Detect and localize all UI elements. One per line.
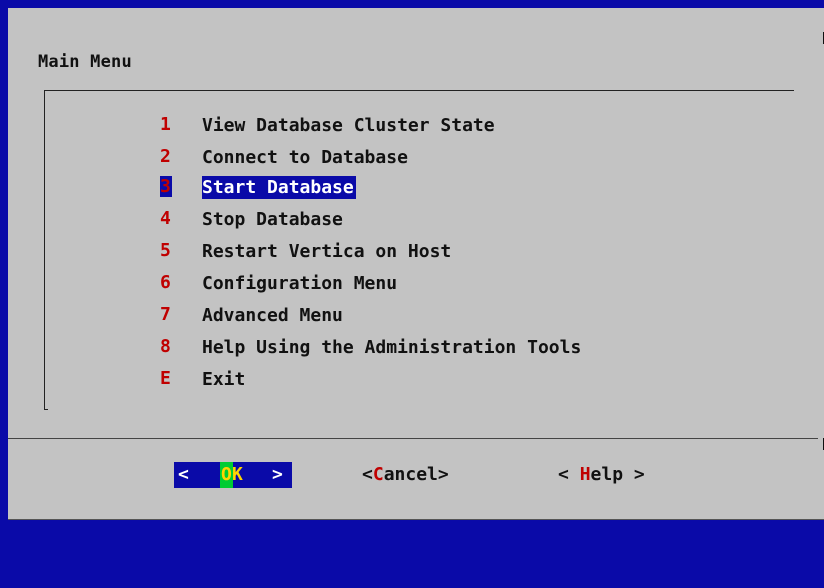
menu-item-key: 1: [160, 114, 171, 135]
menu-item-connect-database[interactable]: 2 Connect to Database: [160, 146, 408, 174]
button-separator: [8, 438, 818, 439]
menu-item-start-database[interactable]: 3 Start Database: [160, 176, 356, 204]
menu-item-restart-vertica[interactable]: 5 Restart Vertica on Host: [160, 240, 451, 268]
menu-item-advanced-menu[interactable]: 7 Advanced Menu: [160, 304, 343, 332]
menu-item-label: Start Database: [202, 176, 356, 199]
menu-item-key: 5: [160, 240, 171, 261]
dialog-bottom-edge: [8, 519, 824, 520]
menu-item-label: Connect to Database: [202, 147, 408, 168]
menu-frame-top: [44, 90, 794, 91]
menu-item-key: 4: [160, 208, 171, 229]
ok-button-right-bracket: >: [272, 464, 283, 485]
menu-item-key: 7: [160, 304, 171, 325]
cancel-button-open: <: [362, 464, 373, 485]
dialog-title: Main Menu: [38, 52, 132, 72]
ok-button-hotkey: O: [220, 462, 233, 488]
menu-item-key: 3: [160, 176, 172, 197]
help-button-hotkey: H: [579, 464, 591, 485]
menu-item-help-admin-tools[interactable]: 8 Help Using the Administration Tools: [160, 336, 581, 364]
menu-item-label: Restart Vertica on Host: [202, 241, 452, 262]
help-button-label-rest: elp: [590, 464, 624, 485]
cancel-button[interactable]: <Cancel>: [362, 464, 449, 485]
menu-item-label: Stop Database: [202, 209, 343, 230]
help-button-open: <: [558, 464, 580, 485]
cancel-button-close: >: [437, 464, 449, 485]
cancel-button-label-rest: ancel: [383, 464, 438, 485]
menu-item-label: Help Using the Administration Tools: [202, 337, 582, 358]
menu-item-key: 8: [160, 336, 171, 357]
cancel-button-hotkey: C: [372, 464, 384, 485]
menu-item-key: E: [160, 368, 171, 389]
menu-item-view-cluster-state[interactable]: 1 View Database Cluster State: [160, 114, 495, 142]
menu-item-label: View Database Cluster State: [202, 115, 495, 136]
ok-button[interactable]: < O K >: [174, 462, 292, 488]
menu-item-key: 2: [160, 146, 171, 167]
menu-frame-left: [44, 90, 45, 410]
menu-item-label: Advanced Menu: [202, 305, 343, 326]
menu-item-configuration-menu[interactable]: 6 Configuration Menu: [160, 272, 397, 300]
menu-item-key: 6: [160, 272, 171, 293]
help-button[interactable]: < Help >: [558, 464, 645, 485]
ok-button-left-bracket: <: [178, 464, 189, 485]
menu-item-label: Configuration Menu: [202, 273, 398, 294]
menu-item-exit[interactable]: E Exit: [160, 368, 245, 396]
button-row: < O K > <Cancel> < Help >: [8, 462, 824, 490]
help-button-close: >: [623, 464, 645, 485]
menu-item-label: Exit: [202, 369, 246, 390]
menu-item-stop-database[interactable]: 4 Stop Database: [160, 208, 343, 236]
main-menu-dialog: Main Menu 1 View Database Cluster State …: [8, 8, 824, 520]
menu-frame-corner: [44, 409, 48, 410]
ok-button-label-rest: K: [232, 464, 243, 485]
